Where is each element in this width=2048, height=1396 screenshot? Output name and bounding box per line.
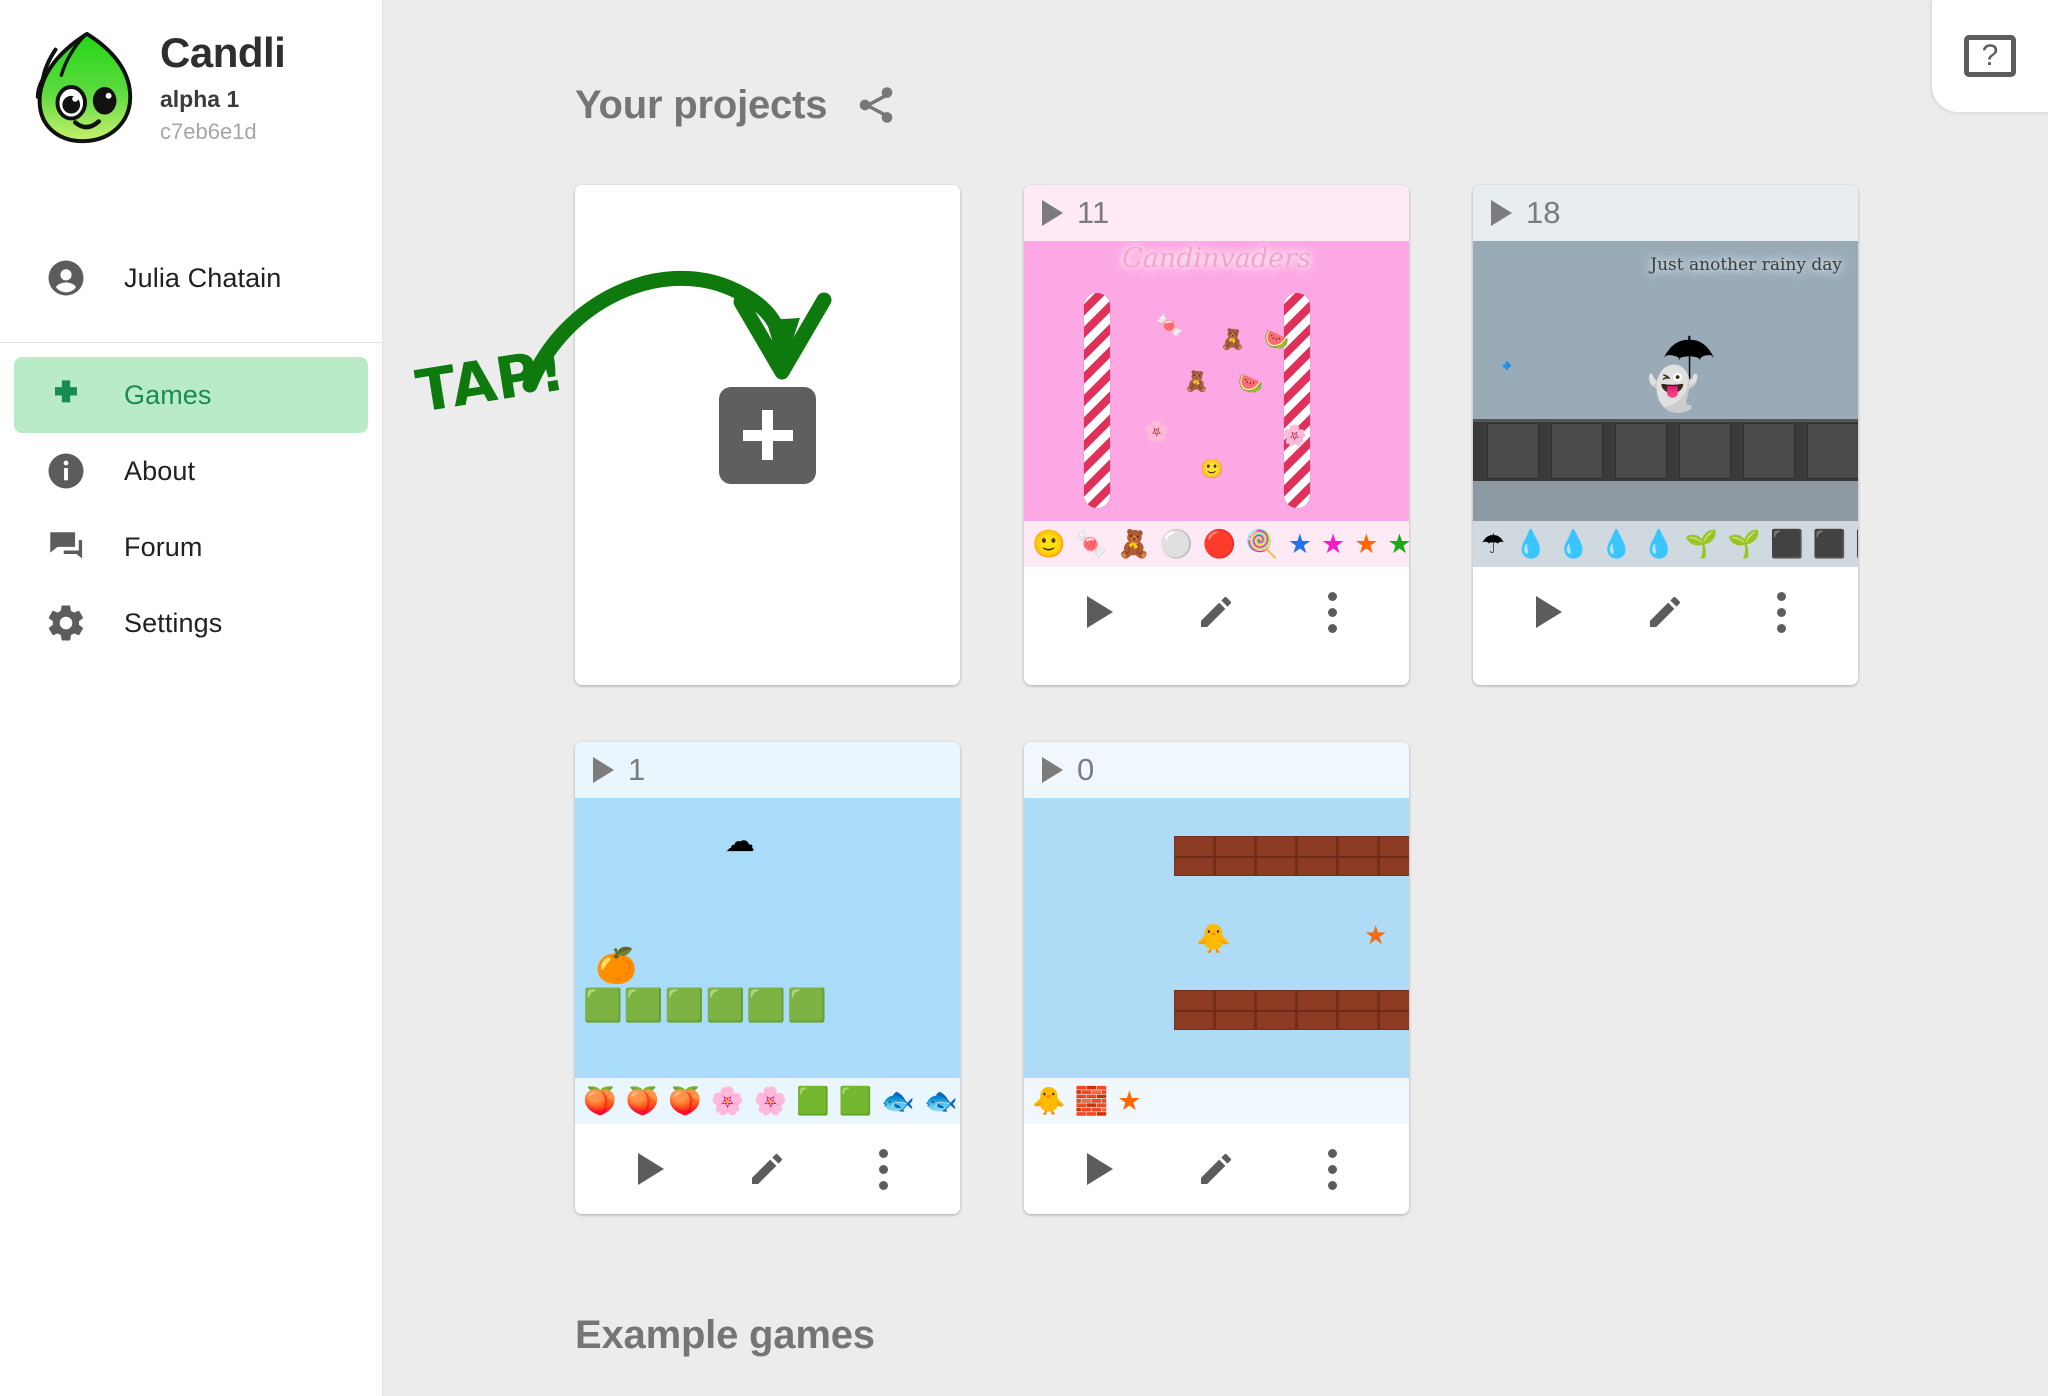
play-count: 18 (1526, 195, 1561, 230)
project-card-actions (1024, 1124, 1409, 1214)
game-title-art: Candinvaders (1122, 243, 1311, 274)
project-card-actions (575, 1124, 960, 1214)
project-card-header: 11 (1024, 185, 1409, 241)
project-thumbnail: 🐥 ★ 🐥 🧱 ★ (1024, 798, 1409, 1124)
sidebar-user-name: Julia Chatain (124, 262, 282, 293)
plus-icon (742, 410, 793, 460)
sidebar-item-about-label: About (124, 455, 196, 486)
more-vertical-dots-icon[interactable] (853, 1138, 915, 1200)
new-project-card[interactable] (575, 185, 960, 685)
sidebar-item-forum[interactable]: Forum (14, 509, 368, 585)
play-count: 11 (1077, 195, 1110, 230)
help-panel: ? (1932, 0, 2048, 112)
add-project-button[interactable] (719, 386, 816, 484)
more-vertical-dots-icon[interactable] (1751, 581, 1813, 643)
project-card[interactable]: 1 ☁ 🍊 🟩🟩🟩🟩🟩🟩 🍑🍑🍑 🌸🌸🟩 🟩🐟🐟🐟 (575, 742, 960, 1214)
project-thumbnail: ☁ 🍊 🟩🟩🟩🟩🟩🟩 🍑🍑🍑 🌸🌸🟩 🟩🐟🐟🐟 (575, 798, 960, 1124)
pencil-edit-icon[interactable] (1185, 1138, 1247, 1200)
sidebar-item-user[interactable]: Julia Chatain (14, 240, 368, 316)
forum-bubble-icon (44, 525, 88, 569)
sidebar-divider (0, 342, 382, 343)
example-games-heading: Example games (575, 1313, 875, 1358)
sprite-palette-strip: 🐥 🧱 ★ (1024, 1078, 1409, 1124)
play-triangle-icon (1042, 757, 1063, 783)
sidebar-item-settings[interactable]: Settings (14, 585, 368, 661)
project-card[interactable]: 18 Just another rainy day ☂ 👻 🔹 ☂ 💧 💧 💧 … (1473, 185, 1858, 685)
main-content: Your projects 11 Candinvaders 🍬 🧸 🍉 🧸 🍉 … (383, 0, 2048, 1396)
projects-grid: 11 Candinvaders 🍬 🧸 🍉 🧸 🍉 🌸 🌸 🙂 🙂 🍬 🧸 ⚪ … (575, 185, 1858, 1214)
version-label: alpha 1 (160, 85, 240, 112)
project-card-header: 18 (1473, 185, 1858, 241)
project-thumbnail: Just another rainy day ☂ 👻 🔹 ☂� (1473, 241, 1858, 567)
sprite-palette-strip: 🙂 🍬 🧸 ⚪ 🔴 🍭 ★ ★ ★ ★ (1024, 521, 1409, 567)
sprite-palette-strip: ☂💧💧 💧💧🌱 🌱⬛⬛⬛ (1473, 521, 1858, 567)
page-title: Candli (160, 29, 286, 77)
gamepad-dpad-icon (44, 373, 88, 417)
project-card[interactable]: 0 🐥 ★ 🐥 🧱 ★ (1024, 742, 1409, 1214)
projects-row-2: 1 ☁ 🍊 🟩🟩🟩🟩🟩🟩 🍑🍑🍑 🌸🌸🟩 🟩🐟🐟🐟 (575, 742, 1858, 1214)
help-question-box-icon[interactable]: ? (1964, 35, 2016, 77)
app-root: Candli alpha 1 c7eb6e1d Julia Chatain Ga (0, 0, 2048, 1396)
sidebar-item-about[interactable]: About (14, 433, 368, 509)
info-circle-icon (44, 449, 88, 493)
project-card-header: 1 (575, 742, 960, 798)
sidebar-item-forum-label: Forum (124, 531, 203, 562)
brand-text-block: Candli alpha 1 c7eb6e1d (160, 29, 286, 144)
your-projects-title: Your projects (575, 82, 828, 127)
sidebar-item-games-label: Games (124, 379, 212, 410)
play-count: 1 (628, 752, 646, 787)
play-triangle-icon (1042, 200, 1063, 226)
sidebar-item-games[interactable]: Games (14, 357, 368, 433)
example-games-title: Example games (575, 1313, 875, 1357)
pencil-edit-icon[interactable] (736, 1138, 798, 1200)
sidebar-item-settings-label: Settings (124, 607, 223, 638)
play-triangle-icon (593, 757, 614, 783)
gear-icon (44, 601, 88, 645)
project-card[interactable]: 11 Candinvaders 🍬 🧸 🍉 🧸 🍉 🌸 🌸 🙂 🙂 🍬 🧸 ⚪ … (1024, 185, 1409, 685)
play-button[interactable] (1069, 1138, 1131, 1200)
play-button[interactable] (620, 1138, 682, 1200)
account-circle-icon (44, 256, 88, 300)
sidebar: Candli alpha 1 c7eb6e1d Julia Chatain Ga (0, 0, 383, 1396)
play-count: 0 (1077, 752, 1095, 787)
sprite-palette-strip: 🍑🍑🍑 🌸🌸🟩 🟩🐟🐟🐟 (575, 1078, 960, 1124)
candli-leaf-mascot-icon (26, 28, 144, 146)
project-thumbnail: Candinvaders 🍬 🧸 🍉 🧸 🍉 🌸 🌸 🙂 🙂 🍬 🧸 ⚪ 🔴 🍭… (1024, 241, 1409, 567)
project-card-actions (1473, 567, 1858, 657)
play-button[interactable] (1069, 581, 1131, 643)
brand-header: Candli alpha 1 c7eb6e1d (0, 0, 382, 168)
projects-row-1: 11 Candinvaders 🍬 🧸 🍉 🧸 🍉 🌸 🌸 🙂 🙂 🍬 🧸 ⚪ … (575, 185, 1858, 685)
project-card-actions (1024, 567, 1409, 657)
game-title-art: Just another rainy day (1650, 255, 1842, 275)
more-vertical-dots-icon[interactable] (1302, 1138, 1364, 1200)
pencil-edit-icon[interactable] (1185, 581, 1247, 643)
share-icon[interactable] (853, 82, 899, 128)
more-vertical-dots-icon[interactable] (1302, 581, 1364, 643)
play-triangle-icon (1491, 200, 1512, 226)
build-hash-label: c7eb6e1d (160, 118, 257, 144)
your-projects-heading: Your projects (575, 82, 899, 128)
pencil-edit-icon[interactable] (1634, 581, 1696, 643)
project-card-header: 0 (1024, 742, 1409, 798)
play-button[interactable] (1518, 581, 1580, 643)
